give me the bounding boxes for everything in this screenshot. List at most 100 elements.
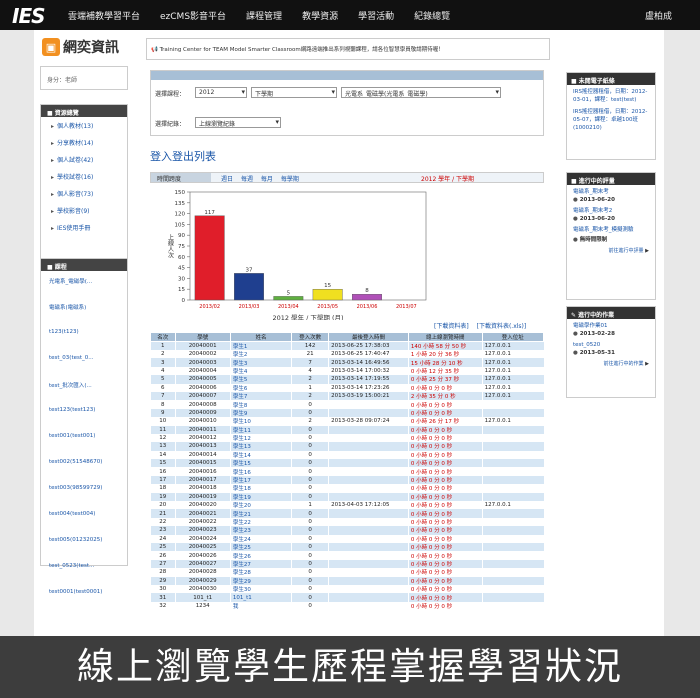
course-item[interactable]: test_0523(test... [41,557,127,583]
panel-item-link[interactable]: 電磁系_期末考_模擬測驗 [573,226,649,234]
nav-item-cloud-platform[interactable]: 雲端補教學習平台 [68,9,140,22]
period-link-semester[interactable]: 每學期 [281,176,299,183]
table-header-cell[interactable]: 最後登入時間 [328,332,409,342]
student-name-link[interactable]: 學生1 [229,341,292,350]
student-name-link[interactable]: 學生25 [229,542,292,552]
student-name-link[interactable]: 學生5 [229,375,292,384]
resource-item[interactable]: 個人試卷(42) [41,151,127,168]
table-cell: 20040029 [174,576,231,585]
table-header-cell[interactable]: 學號 [174,332,231,342]
table-cell: 1 [291,501,329,510]
table-header-cell[interactable]: 登入位址 [481,332,545,342]
resource-item[interactable]: 分享教材(14) [41,134,127,151]
course-item[interactable]: test_03(test_0... [41,349,127,375]
student-name-link[interactable]: 學生2 [229,350,292,359]
homework-more-link[interactable]: 前往進行中的作業 [567,357,655,371]
student-name-link[interactable]: 學生16 [229,467,292,476]
course-item[interactable]: 電磁系(電磁系) [41,297,127,323]
student-name-link[interactable]: 學生14 [229,450,292,460]
course-item[interactable]: 光電系_電磁學(... [41,271,127,297]
nav-item-learning-activities[interactable]: 學習活動 [358,9,394,22]
course-item[interactable]: test001(test001) [41,427,127,453]
download-table-link[interactable]: [下載資料表] [434,323,469,330]
student-name-link[interactable]: 學生21 [229,509,292,518]
student-name-link[interactable]: 學生3 [229,358,292,367]
student-name-link[interactable]: 學生11 [229,425,292,434]
resource-item[interactable]: 學校試卷(16) [41,168,127,185]
student-name-link[interactable]: 學生20 [229,501,292,510]
table-cell: 20040011 [174,425,231,434]
ies-logo[interactable]: IES [12,4,46,28]
period-link-week[interactable]: 每週 [241,176,253,183]
student-name-link[interactable]: 學生7 [229,391,292,401]
nav-item-records[interactable]: 紀錄總覽 [414,9,450,22]
course-item[interactable]: t123(t123) [41,323,127,349]
course-item[interactable]: test004(test004) [41,505,127,531]
student-name-link[interactable]: 學生8 [229,400,292,409]
nav-item-ezcms[interactable]: ezCMS影音平台 [160,9,226,22]
student-name-link[interactable]: 學生26 [229,551,292,560]
period-link-month[interactable]: 每月 [261,176,273,183]
panel-item-link[interactable]: 電磁系_期末考 [573,188,649,196]
student-name-link[interactable]: 學生23 [229,526,292,535]
table-cell: 0 小時 0 分 0 秒 [407,584,483,594]
student-name-link[interactable]: 學生18 [229,484,292,493]
student-name-link[interactable]: 學生17 [229,475,292,485]
course-select[interactable]: 光電系_電磁學(光電系_電磁學) [341,87,501,98]
table-row: 7 20040007 學生7 2 2013-03-19 15:00:21 2 小時 35 … [150,391,544,401]
student-name-link[interactable]: 學生10 [229,417,292,426]
table-cell: 0 小時 0 分 0 秒 [407,492,483,502]
brand: ▣ 網奕資訊 [42,36,134,58]
table-cell: 18 [150,484,176,493]
panel-item-link[interactable]: IRS搖控器租借，日期：2012-03-01，課程：test(test) [573,88,649,104]
record-select[interactable]: 上線瀏覽紀錄 [195,117,281,128]
resource-item[interactable]: IES使用手冊 [41,219,127,236]
nav-item-teaching-resources[interactable]: 教學資源 [302,9,338,22]
student-name-link[interactable]: 學生4 [229,366,292,376]
student-name-link[interactable]: 學生29 [229,576,292,585]
student-name-link[interactable]: 學生15 [229,459,292,468]
course-item[interactable]: test002(51548670) [41,453,127,479]
table-header-cell[interactable]: 登入次數 [291,332,330,342]
table-header-cell[interactable]: 總上線瀏覽時間 [407,332,483,342]
resource-item[interactable]: 個人影音(73) [41,185,127,202]
course-item[interactable]: test0001(test0001) [41,583,127,609]
student-name-link[interactable]: 我 [229,601,292,611]
student-name-link[interactable]: 學生30 [229,584,292,594]
course-item[interactable]: test003(98599729) [41,479,127,505]
course-item[interactable]: test005(01232025) [41,531,127,557]
student-name-link[interactable]: 學生27 [229,559,292,569]
bar [194,215,225,301]
table-row: 1 20040001 學生1 142 2013-06-25 17:38:03 140 小時… [150,341,544,350]
course-item[interactable]: test_批次匯入(... [41,375,127,401]
resource-item[interactable]: 個人教材(13) [41,117,127,134]
evaluations-more-link[interactable]: 前往進行中評量 [567,244,655,258]
panel-item-link[interactable]: IRS搖控器租借，日期：2012-05-07，課程：卓越100班(1000210… [573,108,649,132]
student-name-link[interactable]: 學生28 [229,568,292,577]
course-item[interactable]: test123(test123) [41,401,127,427]
table-cell: 26 [150,551,176,560]
student-name-link[interactable]: 學生12 [229,433,292,443]
table-header-cell[interactable]: 名次 [150,332,176,342]
student-name-link[interactable]: 101_t1 [229,593,292,602]
student-name-link[interactable]: 學生9 [229,408,292,418]
resource-item[interactable]: 學校影音(9) [41,202,127,219]
table-cell: 0 小時 0 分 0 秒 [407,425,483,434]
panel-item-link[interactable]: 電磁學作業01 [573,322,649,330]
user-name[interactable]: 盧柏成 [645,9,672,22]
student-name-link[interactable]: 學生19 [229,492,292,502]
semester-select[interactable]: 下學期 [251,87,337,98]
student-name-link[interactable]: 學生22 [229,517,292,527]
student-name-link[interactable]: 學生13 [229,442,292,451]
period-link-day[interactable]: 週日 [221,176,233,183]
year-select[interactable]: 2012 [195,87,247,98]
student-name-link[interactable]: 學生6 [229,383,292,392]
panel-item-link[interactable]: 電磁系_期末考2 [573,207,649,215]
student-name-link[interactable]: 學生24 [229,534,292,543]
download-xls-link[interactable]: [下載資料表(.xls)] [477,323,527,330]
table-header-cell[interactable]: 姓名 [229,332,293,342]
nav-item-course-mgmt[interactable]: 課程管理 [246,9,282,22]
table-row: 10 20040010 學生10 2 2013-03-28 09:07:24 0 小時 2… [150,417,544,426]
table-cell [481,517,544,527]
panel-item-link[interactable]: test_0520 [573,341,649,349]
